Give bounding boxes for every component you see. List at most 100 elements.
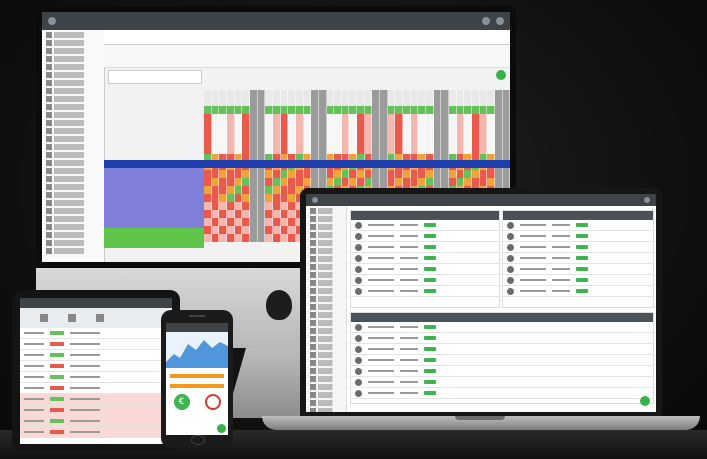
grid-cell[interactable] (265, 194, 273, 202)
grid-cell[interactable] (265, 186, 273, 194)
grid-cell[interactable] (242, 218, 250, 226)
grid-cell[interactable] (441, 122, 449, 130)
grid-cell[interactable] (395, 170, 404, 178)
grid-cell[interactable] (464, 106, 472, 114)
grid-cell[interactable] (234, 122, 243, 130)
grid-cell[interactable] (433, 90, 442, 98)
sidebar-item[interactable] (46, 144, 100, 150)
grid-cell[interactable] (257, 226, 266, 234)
grid-cell[interactable] (211, 170, 220, 178)
grid-cell[interactable] (204, 122, 212, 130)
sidebar-item[interactable] (46, 176, 100, 182)
grid-cell[interactable] (349, 114, 358, 122)
grid-cell[interactable] (318, 178, 327, 186)
table-row[interactable] (503, 231, 653, 242)
grid-cell[interactable] (272, 234, 281, 242)
grid-cell[interactable] (487, 178, 495, 186)
grid-cell[interactable] (311, 98, 319, 106)
grid-cell[interactable] (479, 122, 488, 130)
grid-cell[interactable] (226, 202, 235, 210)
grid-cell[interactable] (494, 122, 503, 130)
grid-cell[interactable] (211, 146, 220, 154)
table-row[interactable] (351, 242, 499, 253)
grid-cell[interactable] (456, 138, 465, 146)
grid-cell[interactable] (341, 90, 350, 98)
grid-cell[interactable] (280, 98, 289, 106)
user-icon[interactable] (482, 17, 490, 25)
grid-cell[interactable] (479, 114, 488, 122)
grid-cell[interactable] (464, 170, 472, 178)
grid-cell[interactable] (502, 98, 510, 106)
grid-cell[interactable] (249, 138, 258, 146)
grid-cell[interactable] (418, 114, 427, 122)
grid-cell[interactable] (234, 138, 243, 146)
grid-cell[interactable] (341, 178, 350, 186)
grid-cell[interactable] (249, 178, 258, 186)
grid-cell[interactable] (449, 146, 457, 154)
grid-cell[interactable] (280, 106, 289, 114)
grid-cell[interactable] (479, 130, 488, 138)
grid-cell[interactable] (380, 170, 388, 178)
grid-cell[interactable] (456, 130, 465, 138)
grid-cell[interactable] (403, 114, 411, 122)
grid-cell[interactable] (479, 170, 488, 178)
sidebar-item[interactable] (310, 368, 342, 374)
add-button[interactable] (640, 396, 650, 406)
grid-cell[interactable] (441, 114, 449, 122)
sidebar-item[interactable] (310, 360, 342, 366)
grid-cell[interactable] (318, 90, 327, 98)
grid-cell[interactable] (479, 90, 488, 98)
grid-cell[interactable] (502, 130, 510, 138)
table-row[interactable] (20, 339, 172, 350)
grid-cell[interactable] (364, 130, 373, 138)
table-row[interactable] (351, 231, 499, 242)
grid-cell[interactable] (387, 106, 396, 114)
grid-cell[interactable] (387, 90, 396, 98)
grid-cell[interactable] (288, 234, 296, 242)
grid-cell[interactable] (219, 226, 227, 234)
grid-cell[interactable] (280, 178, 289, 186)
grid-cell[interactable] (410, 90, 419, 98)
grid-cell[interactable] (502, 114, 510, 122)
grid-cell[interactable] (471, 106, 480, 114)
grid-cell[interactable] (372, 138, 381, 146)
grid-cell[interactable] (226, 90, 235, 98)
grid-cell[interactable] (311, 106, 319, 114)
grid-cell[interactable] (341, 114, 350, 122)
grid-cell[interactable] (211, 234, 220, 242)
grid-cell[interactable] (341, 122, 350, 130)
grid-cell[interactable] (449, 178, 457, 186)
grid-cell[interactable] (303, 98, 312, 106)
grid-cell[interactable] (280, 138, 289, 146)
grid-cell[interactable] (257, 146, 266, 154)
sidebar-item[interactable] (310, 392, 342, 398)
grid-cell[interactable] (494, 170, 503, 178)
grid-cell[interactable] (441, 90, 449, 98)
grid-cell[interactable] (426, 138, 434, 146)
grid-cell[interactable] (265, 234, 273, 242)
grid-cell[interactable] (456, 98, 465, 106)
grid-cell[interactable] (204, 178, 212, 186)
grid-cell[interactable] (433, 106, 442, 114)
grid-cell[interactable] (471, 146, 480, 154)
grid-cell[interactable] (288, 90, 296, 98)
grid-cell[interactable] (272, 218, 281, 226)
grid-cell[interactable] (403, 98, 411, 106)
grid-cell[interactable] (403, 138, 411, 146)
grid-cell[interactable] (242, 138, 250, 146)
menu-icon[interactable] (644, 197, 650, 203)
grid-cell[interactable] (464, 146, 472, 154)
grid-cell[interactable] (211, 130, 220, 138)
sidebar-item[interactable] (46, 248, 100, 254)
grid-cell[interactable] (349, 178, 358, 186)
grid-cell[interactable] (372, 170, 381, 178)
table-row[interactable] (20, 372, 172, 383)
grid-cell[interactable] (449, 98, 457, 106)
grid-cell[interactable] (349, 106, 358, 114)
sidebar-item[interactable] (46, 80, 100, 86)
grid-cell[interactable] (318, 130, 327, 138)
grid-cell[interactable] (471, 90, 480, 98)
sidebar-item[interactable] (310, 328, 342, 334)
grid-cell[interactable] (219, 138, 227, 146)
grid-cell[interactable] (242, 194, 250, 202)
